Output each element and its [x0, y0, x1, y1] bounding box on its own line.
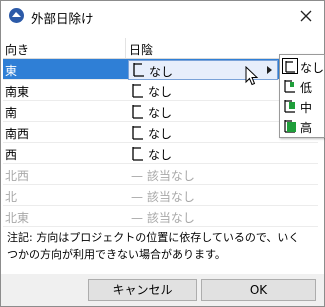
menu-item-label: 低	[300, 81, 313, 95]
shade-level-icon	[133, 63, 144, 77]
shade-level-icon	[132, 126, 143, 140]
shade-level-icon	[284, 120, 296, 133]
row-direction: 南西	[5, 127, 30, 141]
menu-item-label: 高	[300, 121, 313, 135]
row-direction: 北	[5, 190, 18, 204]
table-row[interactable]: 南東 なし	[3, 80, 318, 101]
menu-item-label: 中	[300, 101, 313, 115]
shade-level-icon	[132, 147, 143, 161]
table-header: 向き 日陰	[3, 38, 318, 59]
button-bar: キャンセル OK	[1, 274, 324, 306]
mouse-pointer-icon	[245, 66, 259, 86]
row-direction: 北東	[5, 211, 30, 225]
row-direction: 東	[5, 64, 18, 78]
shading-table: 向き 日陰 東 なし 南東 なし 南 なし 南西 なし 西 なし 北西 — 該当…	[3, 38, 318, 227]
shade-text: なし	[148, 85, 173, 99]
column-divider[interactable]	[125, 38, 126, 58]
shade-level-icon	[284, 80, 295, 93]
chevron-right-icon	[267, 66, 272, 74]
row-shade-value: — 該当なし	[131, 169, 195, 183]
column-header-direction[interactable]: 向き	[5, 41, 29, 58]
dropdown-value: なし	[149, 65, 174, 79]
window-title: 外部日除け	[31, 11, 94, 26]
shading-app-icon	[9, 8, 24, 23]
row-shade-value: — 該当なし	[131, 190, 195, 204]
shade-level-icon	[282, 58, 298, 74]
shade-dropdown-menu: なし 低 中 高	[279, 54, 325, 138]
menu-item-label: なし	[300, 61, 325, 75]
row-direction: 北西	[5, 169, 30, 183]
row-direction: 西	[5, 148, 18, 162]
row-direction: 南東	[5, 85, 30, 99]
cancel-button[interactable]: キャンセル	[88, 279, 197, 301]
table-row: 北西 — 該当なし	[3, 164, 318, 185]
table-row[interactable]: 南 なし	[3, 101, 318, 122]
shade-level-icon	[132, 84, 143, 98]
shade-level-icon	[132, 105, 143, 119]
menu-item-low[interactable]: 低	[280, 76, 324, 96]
table-row: 北東 — 該当なし	[3, 206, 318, 227]
menu-item-none[interactable]: なし	[280, 56, 324, 76]
title-bar: 外部日除け	[1, 1, 324, 31]
shade-level-icon	[284, 100, 295, 113]
close-icon[interactable]	[296, 6, 316, 26]
menu-item-medium[interactable]: 中	[280, 96, 324, 116]
note-text: 注記: 方向はプロジェクトの位置に依存しているので、いくつかの方向が利用できない…	[7, 231, 300, 261]
shade-text: なし	[148, 106, 173, 120]
row-shade-value: — 該当なし	[131, 211, 195, 225]
table-row[interactable]: 西 なし	[3, 143, 318, 164]
dialog-window: 外部日除け 向き 日陰 東 なし 南東 なし 南 なし 南西 なし 西 なし 北…	[0, 0, 325, 307]
table-row[interactable]: 南西 なし	[3, 122, 318, 143]
ok-button[interactable]: OK	[201, 279, 316, 301]
shade-text: なし	[148, 148, 173, 162]
column-header-shade[interactable]: 日陰	[129, 41, 153, 58]
table-row: 北 — 該当なし	[3, 185, 318, 206]
menu-item-high[interactable]: 高	[280, 116, 324, 136]
shade-text: なし	[148, 127, 173, 141]
table-row[interactable]: 東 なし	[3, 59, 318, 80]
row-direction: 南	[5, 106, 18, 120]
